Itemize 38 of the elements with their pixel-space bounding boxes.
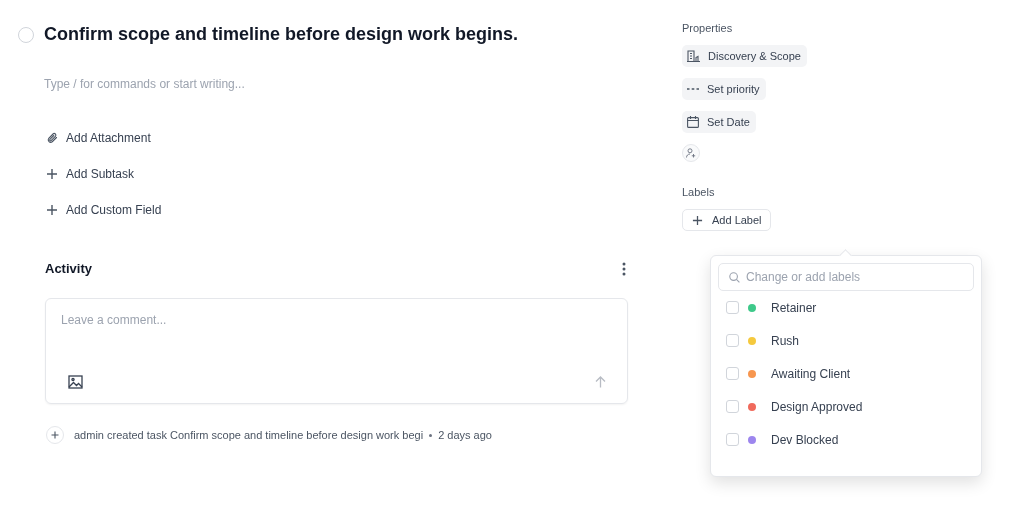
building-icon [687,50,700,62]
send-arrow-icon[interactable] [595,376,606,388]
add-action-button[interactable]: Add Custom Field [46,203,162,217]
label-checkbox[interactable] [726,400,739,413]
properties-heading: Properties [682,22,733,34]
dashes-icon [687,87,699,91]
add-action-button[interactable]: Add Subtask [46,167,135,181]
labels-heading: Labels [682,186,715,198]
label-checkbox[interactable] [726,334,739,347]
add-action-button[interactable]: Add Attachment [46,131,151,145]
label-name[interactable]: Rush [771,333,799,348]
image-icon[interactable] [68,375,83,389]
label-name[interactable]: Dev Blocked [771,432,839,447]
label-name[interactable]: Design Approved [771,399,863,414]
bullet-dot [429,433,433,437]
label-checkbox[interactable] [726,433,739,446]
label-name[interactable]: Awaiting Client [771,366,851,381]
property-chip[interactable]: Set Date [682,111,756,133]
event-time: 2 days ago [438,429,492,441]
add-label-button[interactable]: Add Label [682,209,771,231]
calendar-icon [687,116,699,128]
search-icon [729,271,740,283]
label-checkbox[interactable] [726,301,739,314]
more-options-icon[interactable] [622,261,626,276]
plus-icon [46,168,58,180]
label-name[interactable]: Retainer [771,300,817,315]
paperclip-icon [46,132,58,144]
add-person-icon [686,148,696,158]
event-text: admin created task Confirm scope and timeline before design work begi [74,429,424,441]
property-chip[interactable]: Set priority [682,78,766,100]
plus-icon [46,204,58,216]
property-chip[interactable]: Discovery & Scope [682,45,807,67]
label-checkbox[interactable] [726,367,739,380]
search-box[interactable]: Change or add labels [718,263,974,291]
task-title: Confirm scope and timeline before design work begins. [44,24,519,45]
add-assignee-button[interactable] [682,144,700,162]
activity-heading: Activity [45,261,92,276]
plus-icon [692,214,703,226]
